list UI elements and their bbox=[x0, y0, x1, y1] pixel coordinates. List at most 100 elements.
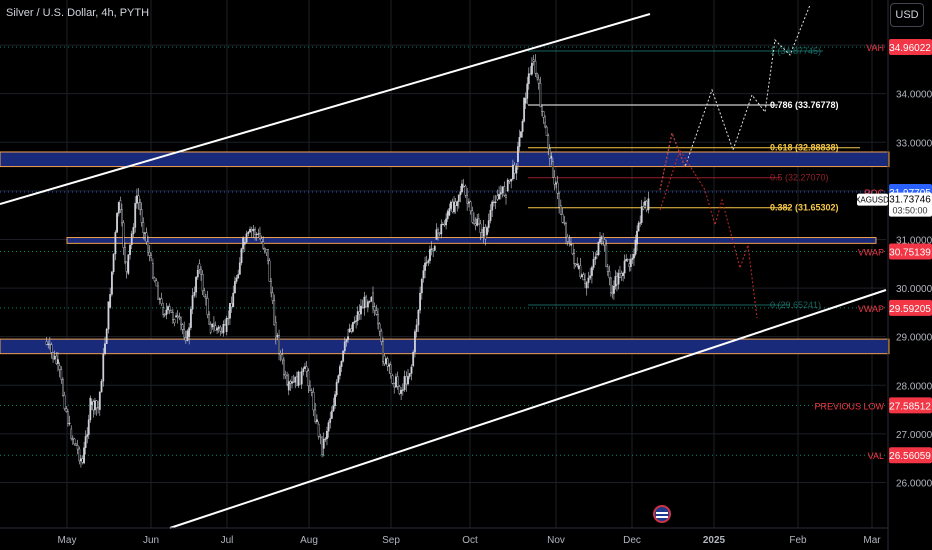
candle-body bbox=[339, 366, 341, 376]
candle-body bbox=[287, 381, 290, 391]
candle-body bbox=[398, 386, 401, 394]
candle-body bbox=[148, 251, 151, 256]
candle-body bbox=[437, 229, 439, 234]
candle-body bbox=[129, 244, 131, 255]
candle-body bbox=[263, 248, 266, 251]
candle-body bbox=[556, 182, 559, 194]
candle-body bbox=[570, 243, 572, 246]
candle-body bbox=[427, 260, 430, 263]
candle-body bbox=[184, 337, 187, 341]
candle-body bbox=[270, 281, 272, 294]
candle-body bbox=[503, 186, 506, 196]
candle-body bbox=[57, 359, 59, 364]
candle-body bbox=[112, 253, 115, 272]
candle-body bbox=[494, 201, 497, 203]
fib-label: 0.618 (32.88838) bbox=[770, 143, 839, 153]
time-axis[interactable]: May Jun Jul Aug Sep Oct Nov Dec 2025 Feb Mar bbox=[0, 527, 888, 546]
candle-body bbox=[408, 373, 411, 377]
candle-body bbox=[171, 312, 174, 320]
candle-body bbox=[459, 191, 462, 196]
candle-body bbox=[334, 394, 336, 406]
candle-body bbox=[629, 259, 632, 267]
candle-body bbox=[294, 376, 297, 383]
candle-body bbox=[561, 213, 564, 223]
candle-body bbox=[464, 185, 467, 196]
candle-body bbox=[633, 254, 635, 259]
candle-body bbox=[281, 354, 284, 361]
candle-body bbox=[415, 324, 418, 332]
candle-body bbox=[297, 371, 300, 386]
candle-body bbox=[62, 379, 64, 396]
candle-body bbox=[368, 301, 371, 303]
candle-body bbox=[136, 195, 138, 204]
candle-body bbox=[433, 245, 436, 251]
level-tag-value: 26.56059 bbox=[889, 451, 931, 462]
candle-body bbox=[225, 317, 228, 333]
candle-body bbox=[322, 438, 325, 449]
candle-body bbox=[610, 277, 612, 293]
candle-body bbox=[555, 182, 557, 185]
candle-body bbox=[513, 164, 516, 174]
candle-body bbox=[568, 241, 571, 243]
candle-body bbox=[254, 229, 256, 235]
candle-body bbox=[213, 323, 215, 327]
candle-body bbox=[541, 106, 543, 112]
candle-body bbox=[446, 211, 449, 220]
candle-body bbox=[278, 335, 280, 354]
candle-body bbox=[152, 263, 154, 279]
candle-body bbox=[410, 366, 413, 374]
candle-body bbox=[198, 263, 201, 270]
candle-body bbox=[45, 341, 48, 345]
candle-body bbox=[591, 267, 593, 276]
price-axis[interactable]: 35.0000034.0000033.0000032.0000031.00000… bbox=[887, 0, 932, 550]
candle-body bbox=[50, 344, 53, 353]
currency-button[interactable]: USD bbox=[890, 3, 924, 27]
candle-body bbox=[388, 364, 391, 367]
candle-body bbox=[602, 236, 605, 242]
candle-body bbox=[487, 220, 490, 228]
candle-body bbox=[175, 315, 178, 318]
x-tick-label: Oct bbox=[462, 535, 478, 546]
candle-body bbox=[78, 448, 81, 462]
candle-body bbox=[267, 248, 269, 261]
price-chart[interactable]: VAHPOCVWAPVWAPPREVIOUS LOWVAL 1 (34.8774… bbox=[0, 0, 932, 550]
candle-body bbox=[114, 232, 117, 255]
fib-label: 1 (34.87745) bbox=[770, 46, 821, 56]
candle-body bbox=[343, 341, 346, 352]
candle-body bbox=[356, 311, 359, 321]
candle-body bbox=[471, 210, 474, 223]
candle-body bbox=[302, 368, 305, 372]
candle-body bbox=[491, 201, 494, 211]
candle-body bbox=[71, 438, 74, 440]
candle-body bbox=[63, 395, 66, 409]
us-flag-event-icon[interactable] bbox=[653, 505, 671, 523]
candle-body bbox=[90, 401, 93, 405]
candle-body bbox=[432, 248, 435, 251]
level-name: VWAP bbox=[858, 248, 884, 258]
candle-body bbox=[620, 273, 623, 276]
candle-body bbox=[47, 343, 50, 346]
candle-body bbox=[247, 231, 250, 234]
candle-body bbox=[265, 249, 268, 253]
candle-body bbox=[97, 407, 99, 410]
candle-body bbox=[217, 326, 220, 329]
event-icons[interactable] bbox=[653, 505, 671, 523]
candle-body bbox=[188, 327, 191, 337]
candle-body bbox=[647, 198, 650, 211]
candle-body bbox=[565, 223, 567, 238]
candle-body bbox=[316, 419, 318, 422]
candle-body bbox=[386, 358, 389, 367]
candle-body bbox=[537, 78, 540, 84]
zone-rect bbox=[0, 338, 890, 355]
candle-body bbox=[309, 385, 311, 392]
candle-body bbox=[380, 330, 383, 342]
candle-body bbox=[48, 343, 51, 346]
flag-stripe bbox=[656, 512, 668, 514]
candle-body bbox=[295, 376, 298, 386]
candle-body bbox=[484, 227, 487, 240]
candle-body bbox=[365, 296, 368, 308]
candle-body bbox=[214, 325, 217, 331]
candle-body bbox=[86, 434, 89, 437]
y-tick-label: 26.00000 bbox=[896, 478, 932, 489]
candle-body bbox=[326, 431, 328, 439]
